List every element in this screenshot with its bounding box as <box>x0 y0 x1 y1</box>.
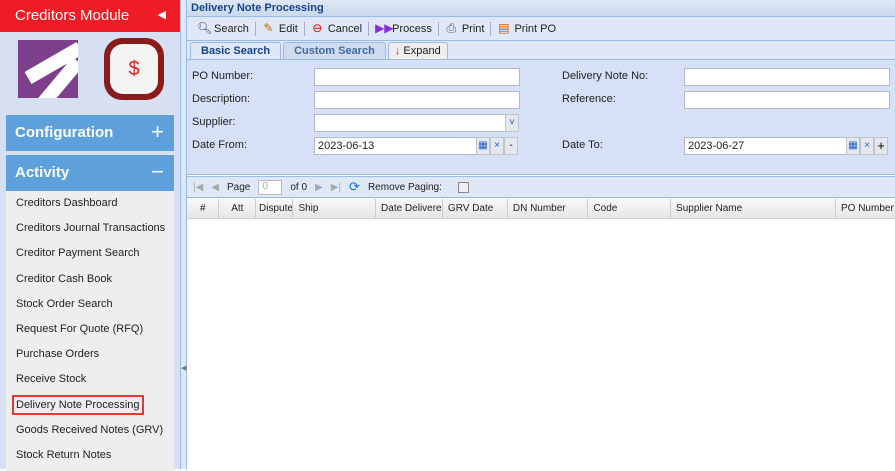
po-number-input[interactable] <box>314 68 520 86</box>
remove-paging-checkbox[interactable] <box>457 181 469 193</box>
last-page-icon[interactable]: ▶| <box>331 182 341 193</box>
arrow-down-icon: ↓ <box>394 45 401 57</box>
date-to-label: Date To: <box>562 139 603 151</box>
search-icon: 🔍︎ <box>197 21 213 35</box>
pager: |◀ ◀ Page 0 of 0 ▶ ▶| ⟳ Remove Paging: <box>187 176 895 198</box>
next-page-icon[interactable]: ▶ <box>315 182 323 193</box>
section-configuration[interactable]: Configuration + <box>6 115 174 151</box>
po-number-label: PO Number: <box>192 70 254 82</box>
sidebar-item-rfq[interactable]: Request For Quote (RFQ) <box>6 317 174 342</box>
process-icon: ▶▶ <box>375 21 394 35</box>
collapse-arrow-icon[interactable]: ◀ <box>158 8 166 21</box>
expand-button[interactable]: ↓ Expand <box>387 42 448 59</box>
clear-icon[interactable]: × <box>860 137 874 155</box>
sidebar-item-grv[interactable]: Goods Received Notes (GRV) <box>6 418 174 443</box>
delivery-note-no-input[interactable] <box>684 68 890 86</box>
column-number[interactable]: # <box>187 199 219 218</box>
prev-page-icon[interactable]: ◀ <box>211 182 219 193</box>
cancel-icon: ⊖ <box>312 21 323 35</box>
reference-input[interactable] <box>684 91 890 109</box>
sidebar-item-delivery-note-processing[interactable]: Delivery Note Processing <box>6 393 174 418</box>
sidebar-item-cash-book[interactable]: Creditor Cash Book <box>6 267 174 292</box>
panel-title: Delivery Note Processing <box>187 0 895 17</box>
chevron-down-icon[interactable]: ˅ <box>505 114 519 132</box>
calendar-icon[interactable]: ▦ <box>846 137 860 155</box>
date-from-input[interactable]: 2023-06-13 <box>314 137 477 155</box>
minus-icon[interactable]: - <box>504 137 518 155</box>
column-att[interactable]: Att <box>219 199 257 218</box>
page-count: of 0 <box>290 181 308 193</box>
module-title: Creditors Module <box>15 7 130 24</box>
search-button[interactable]: 🔍︎ Search <box>191 22 255 35</box>
supplier-label: Supplier: <box>192 116 236 128</box>
collapse-icon[interactable]: ◀ <box>181 364 186 372</box>
page-label: Page <box>227 181 251 193</box>
page-input[interactable]: 0 <box>258 179 283 195</box>
reference-label: Reference: <box>562 93 616 105</box>
tab-basic-search[interactable]: Basic Search <box>190 42 282 59</box>
company-logo <box>18 40 78 98</box>
date-to-input[interactable]: 2023-06-27 <box>684 137 847 155</box>
column-ship[interactable]: Ship <box>293 199 377 218</box>
column-dn-number[interactable]: DN Number <box>508 199 589 218</box>
section-activity[interactable]: Activity − <box>6 155 174 191</box>
print-button[interactable]: ⎙ Print <box>439 22 491 35</box>
document-icon: ▤ <box>498 21 510 35</box>
cancel-button[interactable]: ⊖ Cancel <box>305 22 368 35</box>
remove-paging-label: Remove Paging: <box>367 181 442 193</box>
first-page-icon[interactable]: |◀ <box>193 182 203 193</box>
description-input[interactable] <box>314 91 520 109</box>
sidebar-item-journal-transactions[interactable]: Creditors Journal Transactions <box>6 216 174 241</box>
grid-header: # Att Dispute Ship Date Delivered GRV Da… <box>187 199 895 219</box>
sidebar-item-stock-order-search[interactable]: Stock Order Search <box>6 292 174 317</box>
sidebar: Creditors Module ◀ $ Configuration + Activ… <box>0 0 181 471</box>
date-from-label: Date From: <box>192 139 248 151</box>
column-date-delivered[interactable]: Date Delivered <box>376 199 443 218</box>
section-label: Activity <box>15 164 70 181</box>
delivery-note-no-label: Delivery Note No: <box>562 70 649 82</box>
column-grv-date[interactable]: GRV Date <box>443 199 508 218</box>
module-header[interactable]: Creditors Module ◀ <box>0 0 180 32</box>
toolbar: 🔍︎ Search ✎ Edit ⊖ Cancel ▶▶ Process ⎙ Print … <box>187 17 895 41</box>
sidebar-item-purchase-orders[interactable]: Purchase Orders <box>6 342 174 367</box>
sidebar-item-stock-return-notes[interactable]: Stock Return Notes <box>6 443 174 468</box>
column-po-number[interactable]: PO Number <box>836 199 895 218</box>
column-code[interactable]: Code <box>588 199 672 218</box>
tab-custom-search[interactable]: Custom Search <box>283 42 386 59</box>
plus-icon[interactable]: + <box>874 137 888 155</box>
print-po-button[interactable]: ▤ Print PO <box>491 22 562 35</box>
calendar-icon[interactable]: ▦ <box>476 137 490 155</box>
process-button[interactable]: ▶▶ Process <box>369 22 438 35</box>
creditors-module-icon: $ <box>104 38 164 100</box>
column-supplier-name[interactable]: Supplier Name <box>671 199 836 218</box>
section-label: Configuration <box>15 124 114 141</box>
supplier-select[interactable] <box>314 114 506 132</box>
plus-icon: + <box>151 119 164 144</box>
print-icon: ⎙ <box>446 21 457 35</box>
sidebar-item-receive-stock[interactable]: Receive Stock <box>6 367 174 392</box>
refresh-icon[interactable]: ⟳ <box>349 179 360 195</box>
edit-button[interactable]: ✎ Edit <box>256 22 304 35</box>
sidebar-item-payment-search[interactable]: Creditor Payment Search <box>6 241 174 266</box>
minus-icon: − <box>151 159 164 184</box>
sidebar-item-creditors-dashboard[interactable]: Creditors Dashboard <box>6 191 174 216</box>
clear-icon[interactable]: × <box>490 137 504 155</box>
column-dispute[interactable]: Dispute <box>256 199 294 218</box>
description-label: Description: <box>192 93 251 105</box>
edit-icon: ✎ <box>263 21 274 35</box>
